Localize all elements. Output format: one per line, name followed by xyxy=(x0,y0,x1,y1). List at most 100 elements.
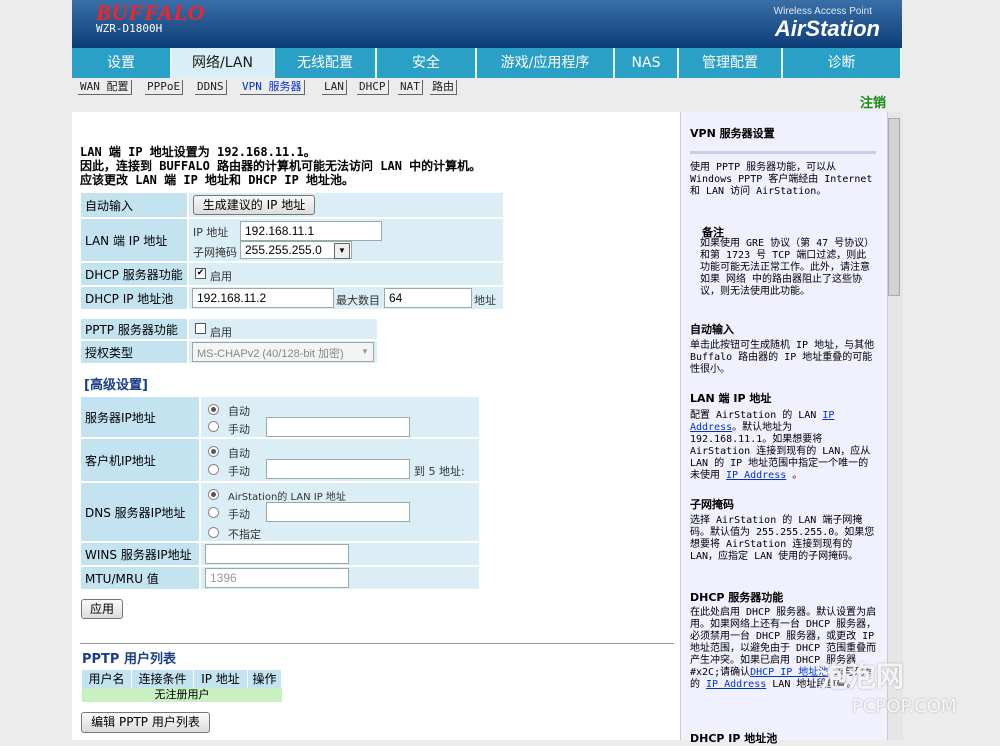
subnet-mask-select[interactable]: 255.255.255.0 ▼ xyxy=(240,241,352,259)
ip-address-label: IP 地址 xyxy=(193,226,229,239)
auth-type-label: 授权类型 xyxy=(80,340,188,364)
dhcp-pool-max-input[interactable]: 64 xyxy=(384,288,472,308)
user-list-column-header: 用户名 xyxy=(82,670,132,688)
auth-type-value: MS-CHAPv2 (40/128-bit 加密) xyxy=(197,348,344,360)
subnav-tab[interactable]: 路由 xyxy=(430,80,457,95)
dhcp-server-cell xyxy=(188,262,504,286)
user-list-column-header: 连接条件 xyxy=(132,670,194,688)
dhcp-pool-label: DHCP IP 地址池 xyxy=(80,286,188,310)
client-ip-input[interactable] xyxy=(266,459,410,479)
sidebar-note-text: 如果使用 GRE 协议（第 47 号协议）和第 1723 号 TCP 端口过滤，… xyxy=(700,238,870,297)
dhcp-pool-link[interactable]: DHCP IP 地址池 xyxy=(750,667,828,678)
subnav-tab[interactable]: NAT xyxy=(398,80,423,95)
sidebar-lanip-text-3: 。 xyxy=(792,470,803,481)
client-ip-auto-label: 自动 xyxy=(228,447,250,460)
auth-type-select[interactable]: MS-CHAPv2 (40/128-bit 加密) ▼ xyxy=(192,342,374,362)
subnet-mask-label: 子网掩码 xyxy=(193,246,237,259)
watermark-url: PCPOP.COM xyxy=(852,696,957,717)
client-ip-label: 客户机IP地址 xyxy=(80,438,200,482)
main-nav: 设置 网络/LAN 无线配置 安全 游戏/应用程序 NAS 管理配置 诊断 xyxy=(72,48,902,78)
wins-server-label: WINS 服务器IP地址 xyxy=(80,542,200,566)
nav-tab[interactable]: 网络/LAN xyxy=(172,48,275,78)
sidebar-mask-title: 子网掩码 xyxy=(690,498,734,511)
client-ip-manual-label: 手动 xyxy=(228,465,250,478)
logout-link[interactable]: 注销 xyxy=(860,92,886,111)
dhcp-pool-start-input[interactable]: 192.168.11.2 xyxy=(192,288,334,308)
server-ip-label: 服务器IP地址 xyxy=(80,396,200,438)
auto-input-label: 自动输入 xyxy=(80,192,188,218)
server-ip-manual-label: 手动 xyxy=(228,423,250,436)
divider xyxy=(80,643,674,644)
dns-server-label: DNS 服务器IP地址 xyxy=(80,482,200,542)
ip-address-link[interactable]: IP Address xyxy=(726,470,786,481)
subnet-mask-value: 255.255.255.0 xyxy=(245,243,322,257)
chevron-down-icon[interactable]: ▼ xyxy=(358,344,372,360)
dns-manual-radio[interactable] xyxy=(208,507,219,518)
sidebar-lanip-text: 配置 AirStation 的 LAN IP Address。默认地址为 192… xyxy=(690,410,878,482)
client-ip-auto-radio[interactable] xyxy=(208,446,219,457)
pptp-server-label: PPTP 服务器功能 xyxy=(80,318,188,340)
pool-max-label: 最大数目 xyxy=(336,294,380,307)
lan-ip-input[interactable]: 192.168.11.1 xyxy=(240,221,382,241)
ip-address-link[interactable]: IP Address xyxy=(706,679,766,690)
wins-server-input[interactable] xyxy=(205,544,349,564)
dns-manual-label: 手动 xyxy=(228,508,250,521)
server-ip-auto-label: 自动 xyxy=(228,405,250,418)
sidebar-mask-text: 选择 AirStation 的 LAN 端子网掩码。默认值为 255.255.2… xyxy=(690,515,875,562)
server-ip-manual-radio[interactable] xyxy=(208,421,219,432)
dns-none-label: 不指定 xyxy=(228,528,261,541)
model-name: WZR-D1800H xyxy=(96,22,163,35)
dns-server-input[interactable] xyxy=(266,502,410,522)
subnav-tab[interactable]: PPPoE xyxy=(145,80,184,95)
pptp-enable-label: 启用 xyxy=(210,326,232,339)
nav-tab[interactable]: 诊断 xyxy=(783,48,902,78)
nav-tab[interactable]: 设置 xyxy=(72,48,172,78)
dns-airstation-radio[interactable] xyxy=(208,489,219,500)
pool-unit-label: 地址 xyxy=(474,294,496,307)
subnav-tab[interactable]: DHCP xyxy=(357,80,389,95)
dhcp-enable-label: 启用 xyxy=(210,270,232,283)
nav-tab[interactable]: 游戏/应用程序 xyxy=(477,48,615,78)
nav-tab[interactable]: NAS xyxy=(615,48,679,78)
sidebar-lanip-title: LAN 端 IP 地址 xyxy=(690,392,772,405)
edit-user-list-button[interactable]: 编辑 PPTP 用户列表 xyxy=(81,712,210,733)
client-ip-manual-radio[interactable] xyxy=(208,464,219,475)
lan-ip-label: LAN 端 IP 地址 xyxy=(80,218,188,262)
subnav-tab[interactable]: DDNS xyxy=(195,80,227,95)
scrollbar-thumb[interactable] xyxy=(888,118,900,296)
mtu-label: MTU/MRU 值 xyxy=(80,566,200,590)
sidebar-title: VPN 服务器设置 xyxy=(690,127,775,140)
watermark-logo: 泡泡网 xyxy=(820,660,905,693)
sidebar-lanip-text-1: 配置 AirStation 的 LAN xyxy=(690,410,817,421)
sidebar-intro: 使用 PPTP 服务器功能，可以从 Windows PPTP 客户端经由 Int… xyxy=(690,162,873,197)
pptp-enable-checkbox[interactable] xyxy=(195,323,206,334)
sidebar-dhcp-title: DHCP 服务器功能 xyxy=(690,591,784,604)
chevron-down-icon[interactable]: ▼ xyxy=(334,243,350,259)
subnav-tab[interactable]: VPN 服务器 xyxy=(240,80,305,95)
dns-airstation-label: AirStation的 LAN IP 地址 xyxy=(228,492,346,503)
advanced-settings-title: [高级设置] xyxy=(84,378,148,393)
subnav-tab[interactable]: WAN 配置 xyxy=(78,80,132,95)
pptp-user-list-title: PPTP 用户列表 xyxy=(82,652,176,667)
user-list-column-header: IP 地址 xyxy=(194,670,248,688)
nav-tab[interactable]: 无线配置 xyxy=(275,48,377,78)
apply-button[interactable]: 应用 xyxy=(81,599,123,619)
generate-ip-button[interactable]: 生成建议的 IP 地址 xyxy=(193,195,315,215)
sidebar-auto-text: 单击此按钮可生成随机 IP 地址，与其他 Buffalo 路由器的 IP 地址重… xyxy=(690,340,875,375)
sidebar-divider xyxy=(690,151,876,154)
subnav-tab[interactable]: LAN xyxy=(322,80,347,95)
sidebar-auto-title: 自动输入 xyxy=(690,323,734,336)
dhcp-enable-checkbox[interactable]: ✔ xyxy=(195,268,206,279)
client-ip-range-label: 到 5 地址: xyxy=(414,465,465,478)
nav-tab[interactable]: 安全 xyxy=(377,48,477,78)
user-list-column-header: 操作 xyxy=(248,670,282,688)
nav-tab[interactable]: 管理配置 xyxy=(679,48,783,78)
dhcp-server-label: DHCP 服务器功能 xyxy=(80,262,188,286)
dns-none-radio[interactable] xyxy=(208,527,219,538)
sidebar-pool-title: DHCP IP 地址池 xyxy=(690,732,778,745)
mtu-input[interactable]: 1396 xyxy=(205,568,349,588)
server-ip-input[interactable] xyxy=(266,417,410,437)
airstation-logo: AirStation xyxy=(774,16,880,41)
no-users-row: 无注册用户 xyxy=(82,688,282,702)
server-ip-auto-radio[interactable] xyxy=(208,404,219,415)
